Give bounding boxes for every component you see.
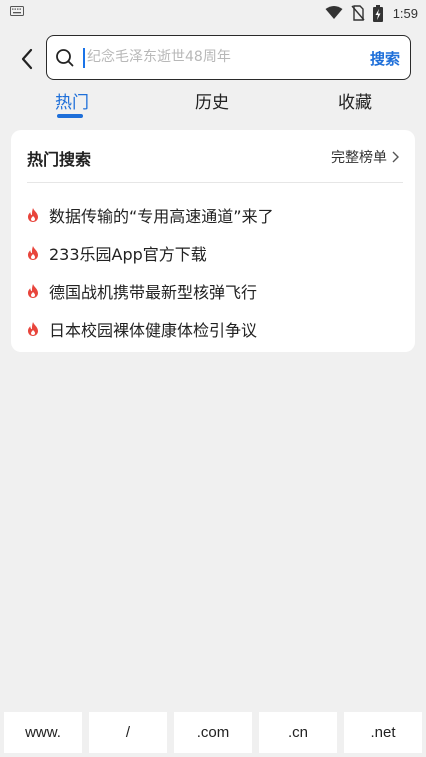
url-shortcut-bar: www. / .com .cn .net: [0, 712, 426, 757]
hot-search-text: 日本校园裸体健康体检引争议: [49, 321, 258, 340]
hot-search-text: 233乐园App官方下载: [49, 245, 207, 264]
fire-icon: [28, 208, 38, 222]
hot-search-card: 热门搜索 完整榜单 数据传输的“专用高速通道”来了 233乐园App官方下载 德…: [11, 130, 415, 352]
back-button[interactable]: [14, 46, 40, 72]
browser-search-screen: 1:59 搜索 热门 历史 收藏 热门搜索 完整榜单: [0, 0, 426, 757]
hot-search-text: 德国战机携带最新型核弹飞行: [49, 283, 258, 302]
search-icon: [56, 49, 74, 67]
search-box[interactable]: 搜索: [46, 35, 411, 80]
active-tab-indicator: [57, 114, 83, 118]
hot-search-item[interactable]: 德国战机携带最新型核弹飞行: [11, 272, 415, 310]
full-list-link[interactable]: 完整榜单: [331, 147, 399, 167]
chevron-left-icon: [21, 48, 33, 70]
divider: [27, 182, 403, 183]
wifi-icon: [325, 6, 343, 19]
hot-search-list: 数据传输的“专用高速通道”来了 233乐园App官方下载 德国战机携带最新型核弹…: [11, 196, 415, 348]
battery-charging-icon: [372, 4, 383, 22]
hot-search-item[interactable]: 数据传输的“专用高速通道”来了: [11, 196, 415, 234]
shortcut-slash[interactable]: /: [89, 712, 167, 753]
tab-favorites[interactable]: 收藏: [333, 88, 377, 118]
hot-search-item[interactable]: 日本校园裸体健康体检引争议: [11, 310, 415, 348]
fire-icon: [28, 322, 38, 336]
text-cursor: [83, 48, 85, 68]
fire-icon: [28, 246, 38, 260]
chevron-right-icon: [392, 151, 399, 163]
card-title: 热门搜索: [27, 150, 92, 169]
search-input[interactable]: [87, 42, 357, 72]
full-list-label: 完整榜单: [331, 150, 387, 166]
shortcut-cn[interactable]: .cn: [259, 712, 337, 753]
shortcut-com[interactable]: .com: [174, 712, 252, 753]
tab-history[interactable]: 历史: [190, 88, 234, 118]
search-button[interactable]: 搜索: [370, 46, 400, 70]
fire-icon: [28, 284, 38, 298]
shortcut-net[interactable]: .net: [344, 712, 422, 753]
keyboard-icon: [10, 6, 24, 16]
hot-search-item[interactable]: 233乐园App官方下载: [11, 234, 415, 272]
shortcut-www[interactable]: www.: [4, 712, 82, 753]
status-bar: 1:59: [0, 0, 426, 26]
tab-bar: 热门 历史 收藏: [0, 88, 426, 122]
clock-time: 1:59: [392, 5, 418, 21]
no-sim-icon: [351, 5, 365, 21]
hot-search-text: 数据传输的“专用高速通道”来了: [49, 207, 274, 226]
